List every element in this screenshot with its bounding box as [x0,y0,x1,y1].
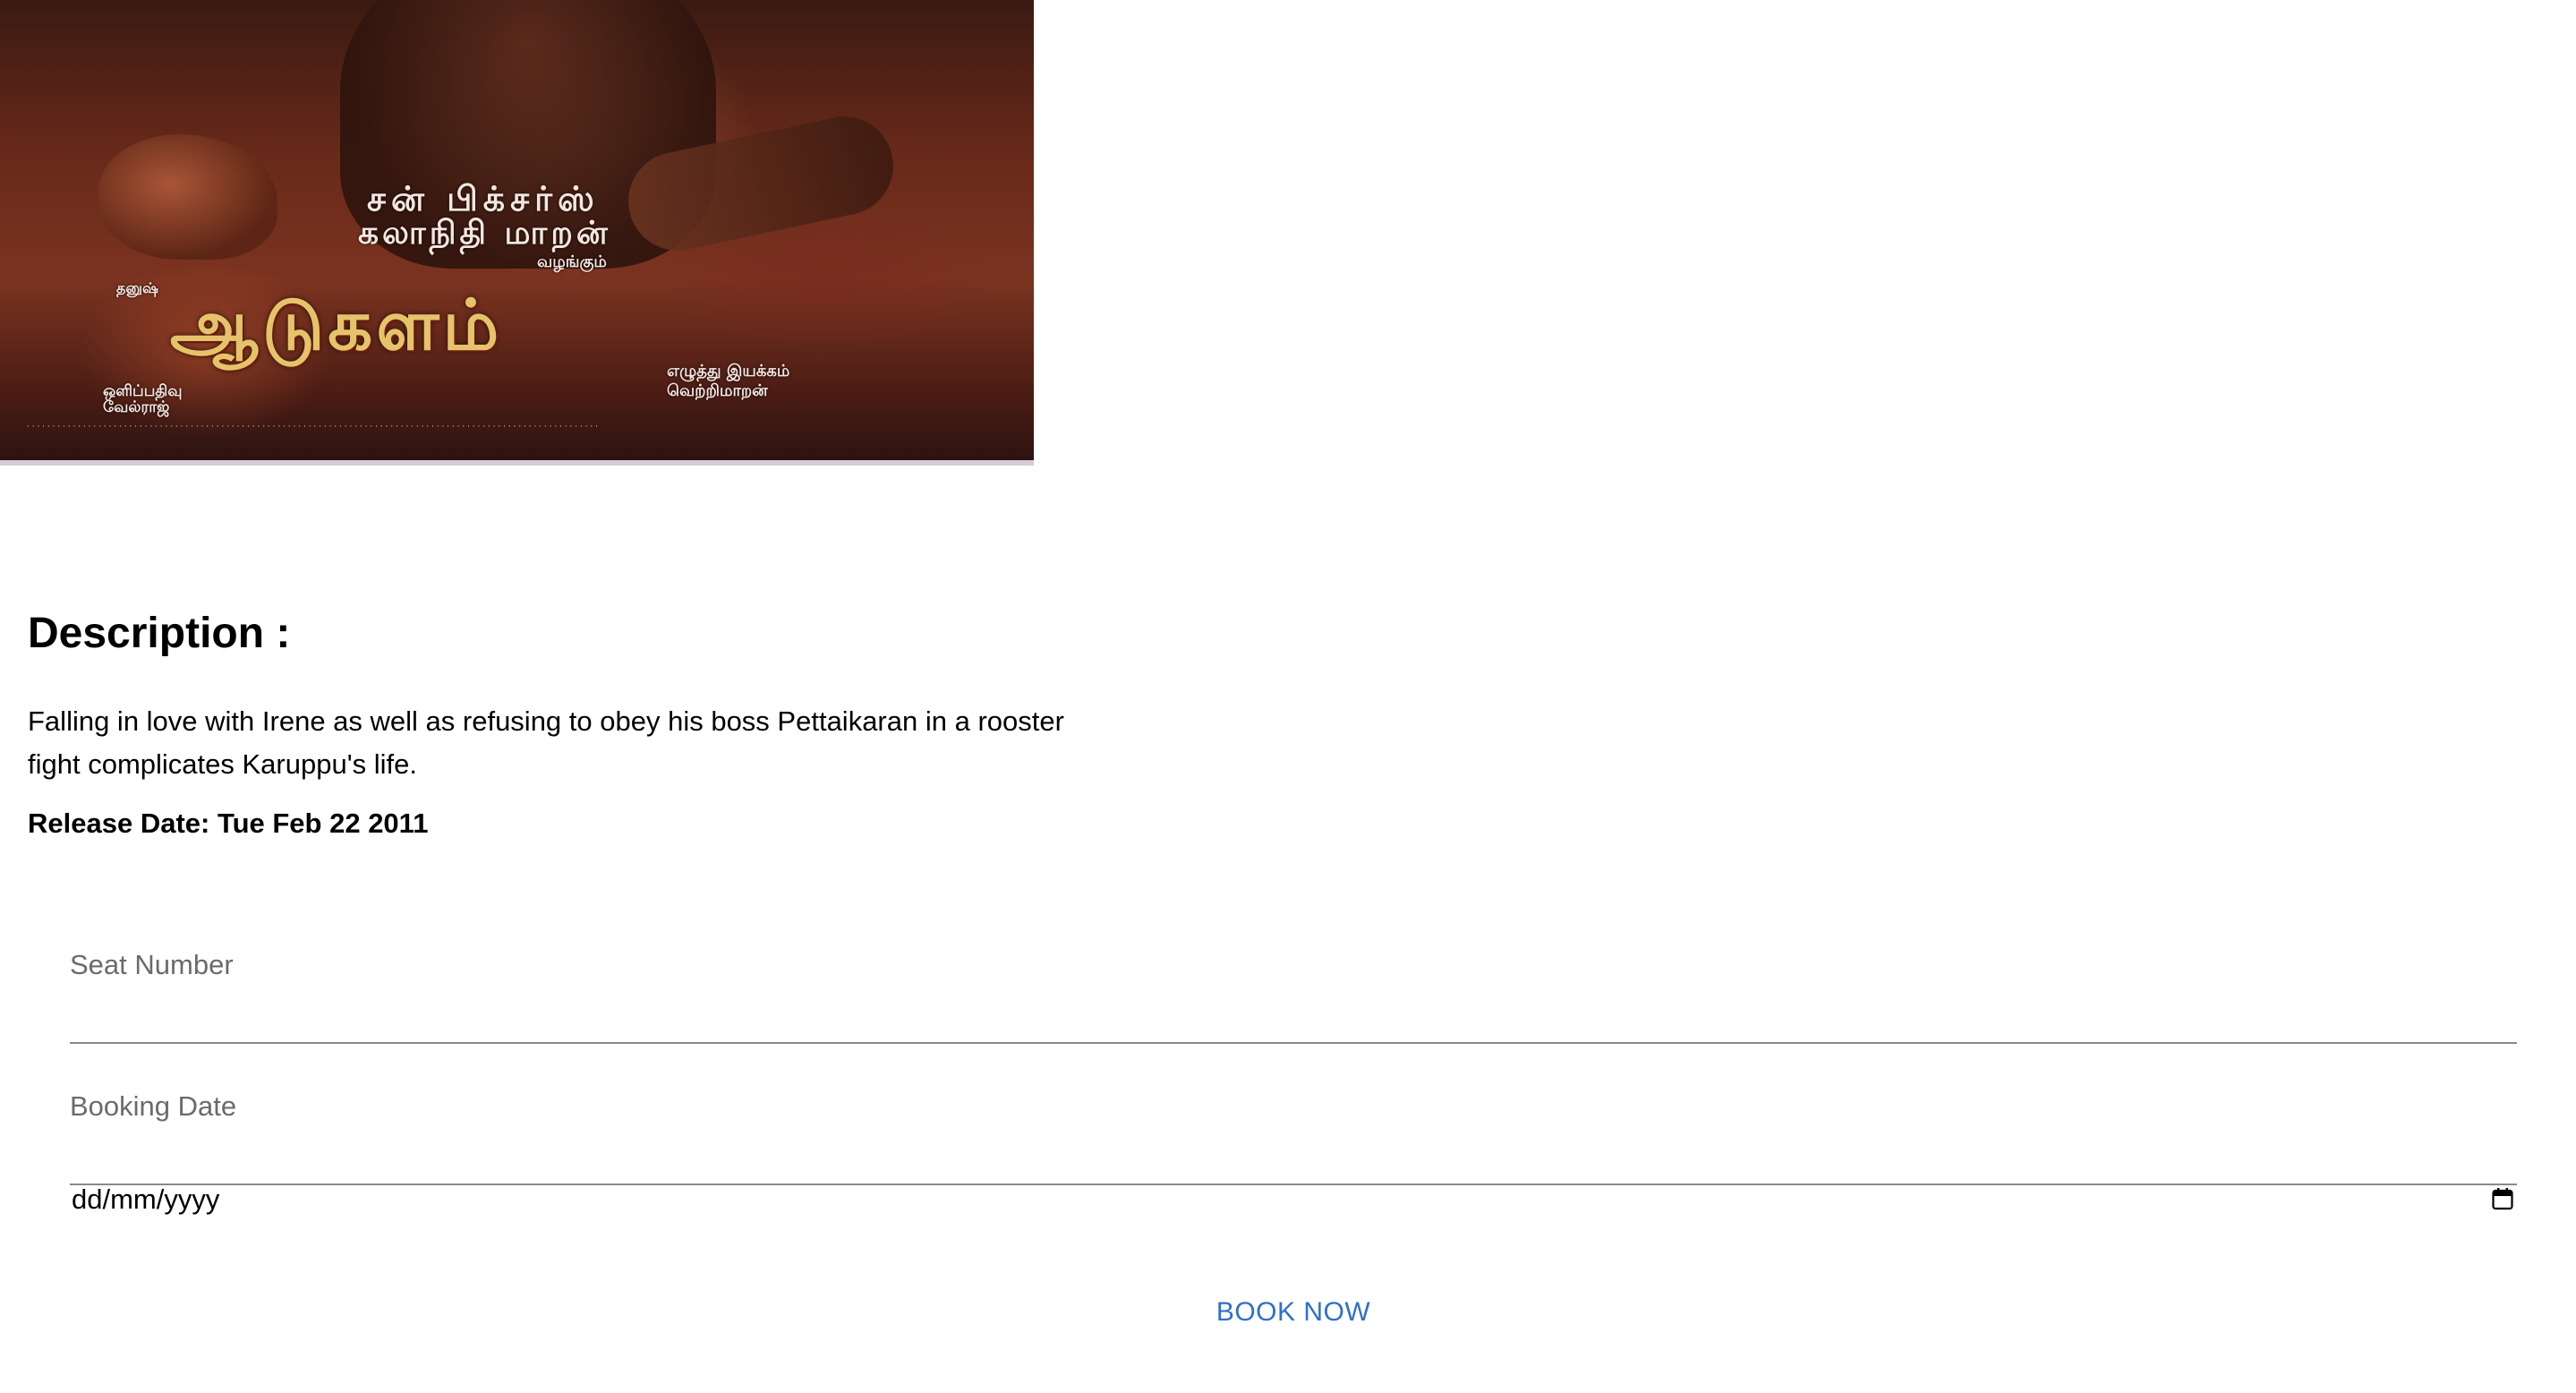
poster-credit-left-2: வேல்ராஜ் [103,398,170,416]
release-date: Release Date: Tue Feb 22 2011 [28,808,429,839]
poster-credit-right-1: எழுத்து இயக்கம் [667,362,790,380]
movie-poster: சன் பிக்சர்ஸ் கலாநிதி மாறன் வழங்கும் தனு… [0,0,1034,466]
poster-line-2: கலாநிதி மாறன் [358,215,611,252]
seat-number-label: Seat Number [70,949,234,980]
poster-small-left: தனுஷ் [116,279,158,296]
seat-number-input[interactable] [70,990,2517,1044]
description-heading: Description : [28,610,291,657]
poster-title-art: ஆடுகளம் [170,285,503,366]
poster-fine-print: · · · · · · · · · · · · · · · · · · · · … [27,423,598,432]
calendar-icon[interactable] [2492,1187,2513,1210]
poster-credit-right: எழுத்து இயக்கம் வெற்றிமாறன் [667,362,789,401]
poster-line-3: வழங்கும் [537,252,607,271]
description-text: Falling in love with Irene as well as re… [28,705,1064,780]
poster-credit-right-2: வெற்றிமாறன் [667,381,768,400]
poster-credit-left: ஒளிப்பதிவு வேல்ராஜ் [103,383,183,415]
poster-bottom-strip [0,460,1034,466]
booking-date-value: dd/mm/yyyy [72,1184,220,1215]
book-now-button[interactable]: BOOK NOW [1181,1286,1405,1339]
booking-date-label: Booking Date [70,1090,237,1122]
seat-number-field: Seat Number [70,949,2517,1076]
booking-date-input[interactable]: dd/mm/yyyy [70,1132,2517,1215]
poster-credit-left-1: ஒளிப்பதிவு [103,382,183,400]
booking-date-field: Booking Date dd/mm/yyyy [70,1090,2517,1218]
movie-detail-page: சன் பிக்சர்ஸ் கலாநிதி மாறன் வழங்கும் தனு… [0,0,2576,1393]
